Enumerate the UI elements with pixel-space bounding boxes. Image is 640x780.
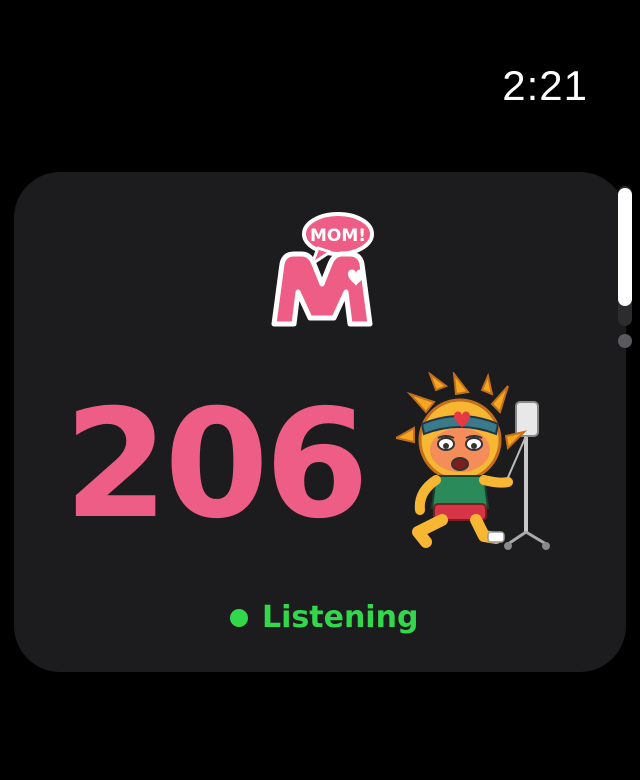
scroll-page-dot <box>618 334 632 348</box>
sick-sun-mascot-icon <box>393 370 566 552</box>
watch-screen: 2:21 MOM! 206 Listening <box>0 0 640 780</box>
status-time: 2:21 <box>502 62 588 109</box>
status-label: Listening <box>262 600 419 635</box>
listening-status: Listening <box>230 600 418 635</box>
scroll-indicator[interactable] <box>614 186 634 356</box>
count-value: 206 <box>64 378 369 552</box>
logo-bubble-text: MOM! <box>310 226 366 246</box>
scroll-thumb[interactable] <box>618 188 632 306</box>
mom-logo-icon: MOM! <box>268 212 378 332</box>
status-dot-icon <box>230 608 248 627</box>
